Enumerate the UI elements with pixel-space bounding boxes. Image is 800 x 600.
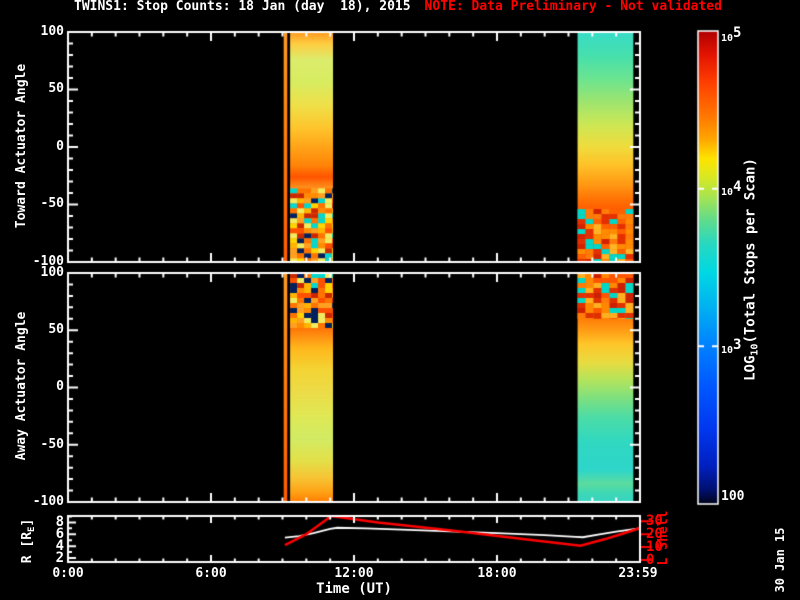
- preliminary-note: NOTE: Data Preliminary - Not validated: [424, 0, 722, 14]
- xtick-0600: 6:00: [195, 566, 227, 581]
- colorbar-tick-1e5: 105: [721, 25, 742, 44]
- toward-axis-title: Toward Actuator Angle: [14, 63, 29, 229]
- date-stamp: 30 Jan 15: [773, 527, 787, 593]
- title-row: TWINS1: Stop Counts: 18 Jan (day 18), 20…: [0, 0, 800, 14]
- colorbar: [698, 31, 718, 504]
- page-title: TWINS1: Stop Counts: 18 Jan (day 18), 20…: [74, 0, 411, 14]
- colorbar-tick-1e3: 103: [721, 337, 742, 356]
- xtick-1800: 18:00: [477, 566, 517, 581]
- xtick-0000: 0:00: [52, 566, 84, 581]
- plot-screen: { "title": { "main": "TWINS1: Stop Count…: [0, 0, 800, 600]
- r-axis-title: R [RE]: [20, 518, 37, 564]
- colorbar-title: LOG10(Total Stops per Scan): [742, 158, 761, 381]
- lshell-axis-title: L Shell: [656, 510, 671, 566]
- orbit-line-panel: [68, 516, 640, 562]
- away-spectrogram-panel: [68, 273, 640, 502]
- colorbar-tick-1e4: 104: [721, 179, 742, 198]
- xtick-1200: 12:00: [334, 566, 374, 581]
- away-axis-title: Away Actuator Angle: [14, 311, 29, 461]
- colorbar-tick-100: 100: [721, 489, 745, 504]
- toward-spectrogram-panel: [68, 32, 640, 262]
- x-axis-title: Time (UT): [316, 581, 392, 597]
